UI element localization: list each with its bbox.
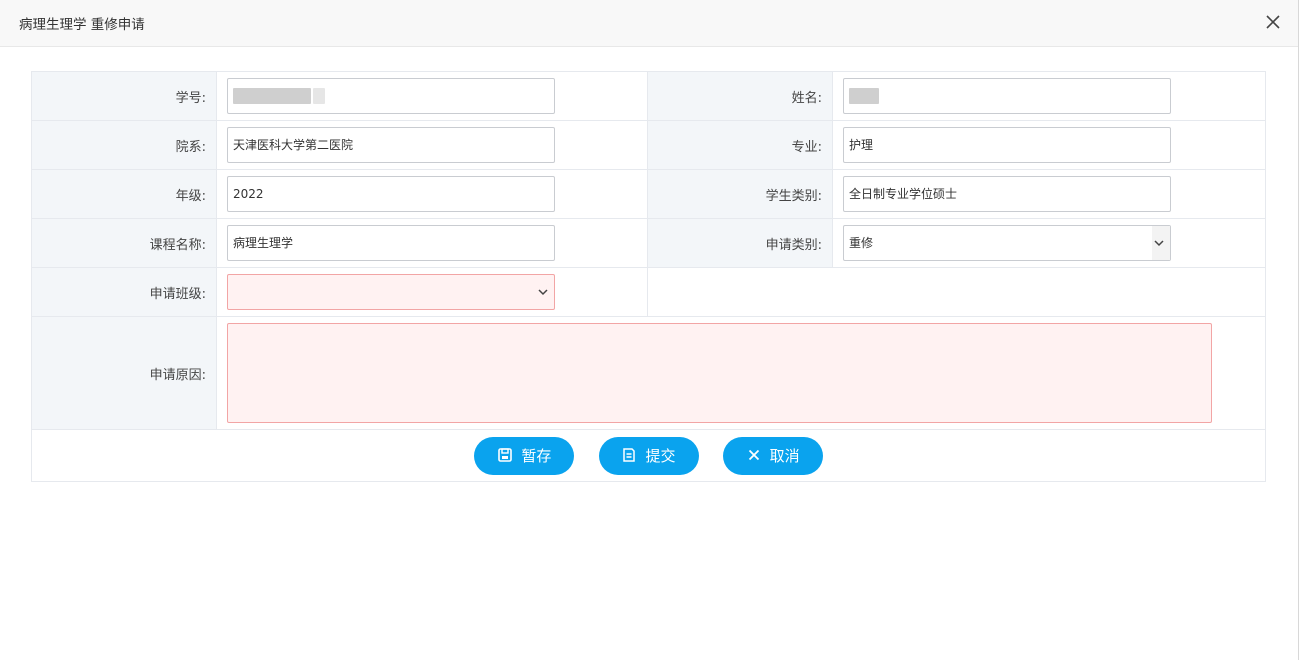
department-label: 院系:	[31, 120, 217, 170]
cancel-button[interactable]: 取消	[722, 436, 823, 475]
empty-cell	[647, 267, 1266, 317]
redacted-value	[313, 87, 325, 104]
application-form: 学号: 姓名: 院系: 天津医科大学第二医院 专业: 护理 年级: 2022 学…	[31, 71, 1266, 482]
form-row: 院系: 天津医科大学第二医院 专业: 护理	[31, 120, 1266, 170]
save-button-label: 暂存	[521, 446, 552, 465]
student-id-label: 学号:	[31, 71, 217, 121]
save-icon	[497, 447, 513, 463]
student-type-field[interactable]: 全日制专业学位硕士	[843, 176, 1171, 212]
major-field[interactable]: 护理	[843, 127, 1171, 163]
apply-type-select[interactable]: 重修	[843, 225, 1171, 261]
save-button[interactable]: 暂存	[474, 436, 575, 475]
grade-label: 年级:	[31, 169, 217, 219]
form-row: 年级: 2022 学生类别: 全日制专业学位硕士	[31, 169, 1266, 219]
close-icon[interactable]	[1264, 13, 1282, 31]
form-row: 申请班级:	[31, 267, 1266, 317]
course-name-label: 课程名称:	[31, 218, 217, 268]
redacted-value	[849, 87, 879, 104]
apply-type-label: 申请类别:	[647, 218, 833, 268]
document-icon	[621, 447, 637, 463]
chevron-down-icon	[1152, 236, 1166, 250]
name-field[interactable]	[843, 78, 1171, 114]
redacted-value	[233, 87, 311, 104]
cancel-button-label: 取消	[769, 446, 800, 465]
student-type-label: 学生类别:	[647, 169, 833, 219]
reason-label: 申请原因:	[31, 316, 217, 430]
form-row: 申请原因:	[31, 316, 1266, 430]
reapply-dialog: 病理生理学 重修申请 学号: 姓名: 院系: 天津医科大学第二医院 专业: 护理…	[0, 0, 1299, 660]
apply-type-value: 重修	[849, 236, 874, 250]
name-label: 姓名:	[647, 71, 833, 121]
grade-field[interactable]: 2022	[227, 176, 555, 212]
reason-textarea[interactable]	[227, 323, 1212, 423]
department-field[interactable]: 天津医科大学第二医院	[227, 127, 555, 163]
major-label: 专业:	[647, 120, 833, 170]
course-name-field[interactable]: 病理生理学	[227, 225, 555, 261]
student-id-field[interactable]	[227, 78, 555, 114]
apply-class-select[interactable]	[227, 274, 555, 310]
apply-class-label: 申请班级:	[31, 267, 217, 317]
button-row: 暂存 提交 取消	[31, 429, 1266, 482]
form-row: 学号: 姓名:	[31, 71, 1266, 121]
submit-button-label: 提交	[645, 446, 676, 465]
chevron-down-icon	[536, 285, 550, 299]
dialog-title: 病理生理学 重修申请	[19, 17, 145, 33]
close-icon	[746, 447, 762, 463]
form-row: 课程名称: 病理生理学 申请类别: 重修	[31, 218, 1266, 268]
dialog-titlebar: 病理生理学 重修申请	[0, 0, 1298, 47]
submit-button[interactable]: 提交	[598, 436, 699, 475]
